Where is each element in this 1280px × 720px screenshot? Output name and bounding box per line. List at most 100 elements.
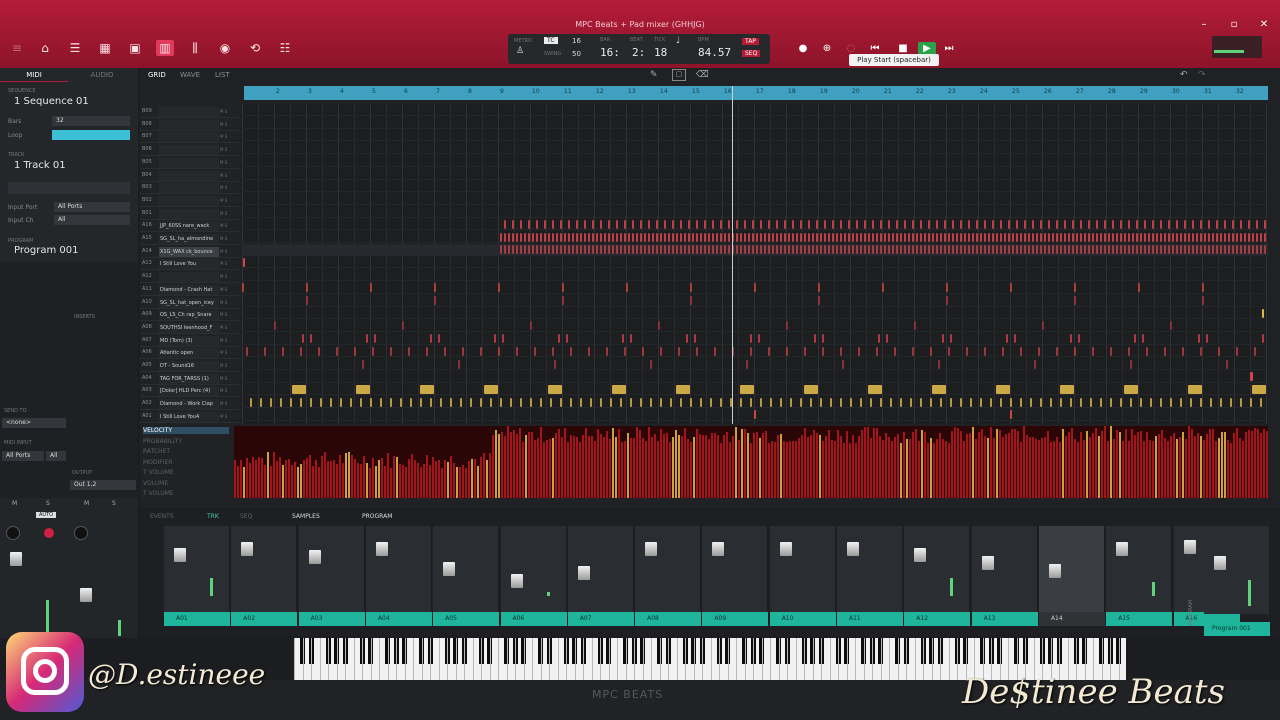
midi-note[interactable] — [660, 346, 662, 356]
midi-note[interactable] — [498, 283, 500, 293]
midi-note[interactable] — [1096, 219, 1098, 229]
velocity-bar[interactable] — [483, 452, 485, 498]
velocity-bar[interactable] — [555, 432, 557, 498]
velocity-bar[interactable] — [951, 431, 953, 498]
midi-note[interactable] — [980, 232, 982, 242]
velocity-bar[interactable] — [354, 458, 356, 498]
midi-note[interactable] — [868, 384, 882, 394]
midi-note[interactable] — [1148, 245, 1150, 255]
midi-note[interactable] — [1236, 346, 1238, 356]
white-key[interactable] — [387, 638, 389, 680]
velocity-bar[interactable] — [630, 438, 632, 498]
velocity-bar[interactable] — [873, 427, 875, 498]
midi-note[interactable] — [976, 232, 978, 242]
velocity-bar[interactable] — [1242, 440, 1244, 498]
midi-note[interactable] — [904, 219, 906, 229]
velocity-bar[interactable] — [756, 432, 758, 498]
midi-note[interactable] — [832, 245, 834, 255]
midi-note[interactable] — [776, 219, 778, 229]
midi-note[interactable] — [870, 397, 872, 407]
velocity-bar[interactable] — [1164, 438, 1166, 498]
white-key[interactable] — [362, 638, 363, 680]
velocity-bar[interactable] — [1140, 430, 1142, 498]
midi-note[interactable] — [1112, 232, 1114, 242]
velocity-bar[interactable] — [927, 442, 929, 498]
white-key[interactable] — [328, 638, 329, 680]
velocity-bar[interactable] — [1014, 428, 1016, 498]
velocity-bar[interactable] — [504, 435, 506, 498]
velocity-bar[interactable] — [741, 428, 743, 498]
midi-note[interactable] — [1116, 232, 1118, 242]
midi-note[interactable] — [796, 245, 798, 255]
white-key[interactable] — [549, 638, 550, 680]
velocity-bar[interactable] — [1131, 429, 1133, 498]
velocity-bar[interactable] — [1059, 441, 1061, 498]
note-lane[interactable] — [242, 345, 1268, 358]
note-lane[interactable] — [242, 231, 1268, 243]
midi-note[interactable] — [620, 232, 622, 242]
midi-note[interactable] — [818, 283, 820, 293]
velocity-bar[interactable] — [1008, 433, 1010, 498]
tab-audio[interactable]: AUDIO — [68, 68, 136, 82]
velocity-bar[interactable] — [1185, 439, 1187, 498]
midi-note[interactable] — [888, 232, 890, 242]
midi-note[interactable] — [716, 245, 718, 255]
velocity-bar[interactable] — [759, 437, 761, 498]
midi-note[interactable] — [1080, 397, 1082, 407]
velocity-bar[interactable] — [366, 463, 368, 498]
midi-note[interactable] — [856, 245, 858, 255]
midi-note[interactable] — [1262, 308, 1264, 318]
midi-note[interactable] — [912, 346, 914, 356]
midi-note[interactable] — [1060, 232, 1062, 242]
pad-strip-label[interactable]: A02 — [231, 612, 298, 626]
white-key[interactable] — [931, 638, 933, 680]
pad-strip-label[interactable]: A12 — [904, 612, 971, 626]
midi-note[interactable] — [536, 219, 538, 229]
velocity-bar[interactable] — [726, 432, 728, 498]
midi-note[interactable] — [936, 232, 938, 242]
velocity-bar[interactable] — [819, 435, 821, 498]
tap-button[interactable]: TAP — [742, 38, 759, 45]
velocity-bar[interactable] — [1110, 426, 1112, 498]
midi-note[interactable] — [814, 334, 816, 344]
list-view-icon[interactable]: ☰ — [66, 40, 84, 56]
midi-note[interactable] — [512, 245, 514, 255]
midi-note[interactable] — [1192, 219, 1194, 229]
mute-solo-toggle[interactable]: M S — [220, 287, 227, 292]
midi-note[interactable] — [1196, 232, 1198, 242]
white-key[interactable] — [838, 638, 839, 680]
track-name[interactable]: OS_LS_Ch rap_Snare — [159, 310, 219, 321]
velocity-bar[interactable] — [1122, 441, 1124, 498]
midi-note[interactable] — [728, 245, 730, 255]
midi-note[interactable] — [246, 346, 248, 356]
midi-note[interactable] — [470, 397, 472, 407]
midi-note[interactable] — [844, 245, 846, 255]
midi-note[interactable] — [864, 219, 866, 229]
midi-note[interactable] — [808, 232, 810, 242]
midi-note[interactable] — [816, 219, 818, 229]
midi-note[interactable] — [620, 245, 622, 255]
pad-strip-label[interactable]: A14 — [1038, 612, 1105, 626]
velocity-bar[interactable] — [840, 436, 842, 498]
midi-note[interactable] — [616, 219, 618, 229]
midi-note[interactable] — [570, 346, 572, 356]
tick-value[interactable]: 18 — [654, 46, 667, 59]
midi-note[interactable] — [988, 245, 990, 255]
velocity-bar[interactable] — [1050, 441, 1052, 498]
midi-note[interactable] — [1120, 219, 1122, 229]
midi-note[interactable] — [592, 232, 594, 242]
velocity-bar[interactable] — [942, 438, 944, 498]
track-name[interactable] — [159, 195, 219, 206]
midi-note[interactable] — [540, 245, 542, 255]
browser-icon[interactable]: ▣ — [126, 40, 144, 56]
velocity-bar[interactable] — [1098, 436, 1100, 498]
velocity-bar[interactable] — [603, 437, 605, 498]
velocity-bar[interactable] — [843, 443, 845, 498]
midi-note[interactable] — [940, 232, 942, 242]
midi-note[interactable] — [680, 397, 682, 407]
midi-note[interactable] — [1130, 359, 1132, 369]
velocity-bar[interactable] — [828, 429, 830, 498]
velocity-bar[interactable] — [420, 466, 422, 498]
velocity-bar[interactable] — [1176, 439, 1178, 498]
midi-note[interactable] — [860, 232, 862, 242]
